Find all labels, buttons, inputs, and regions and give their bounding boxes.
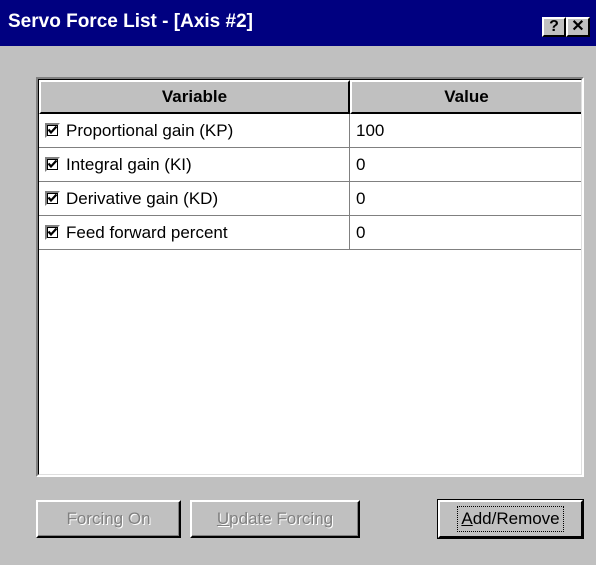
table-row[interactable]: Derivative gain (KD) 0 xyxy=(39,182,581,216)
variable-name: Derivative gain (KD) xyxy=(66,188,219,208)
value-cell[interactable]: 0 xyxy=(350,216,581,250)
variable-name: Feed forward percent xyxy=(66,222,228,242)
variable-name: Proportional gain (KP) xyxy=(66,120,234,140)
variable-cell: Derivative gain (KD) xyxy=(39,182,350,216)
variable-name: Integral gain (KI) xyxy=(66,154,192,174)
table-row[interactable]: Integral gain (KI) 0 xyxy=(39,148,581,182)
row-checkbox[interactable] xyxy=(45,123,60,138)
add-remove-button[interactable]: Add/Remove xyxy=(437,499,584,539)
value-cell[interactable]: 0 xyxy=(350,182,581,216)
forcing-on-button[interactable]: Forcing On xyxy=(36,500,181,538)
row-checkbox[interactable] xyxy=(45,225,60,240)
add-remove-mnemonic: A xyxy=(461,509,473,528)
add-remove-label: dd/Remove xyxy=(472,509,560,528)
variable-cell: Proportional gain (KP) xyxy=(39,114,350,148)
update-forcing-button[interactable]: Update Forcing xyxy=(190,500,360,538)
servo-force-list-dialog: Servo Force List - [Axis #2] ? ✕ Variabl… xyxy=(0,0,596,565)
focus-rect: Add/Remove xyxy=(457,506,564,532)
table-row[interactable]: Feed forward percent 0 xyxy=(39,216,581,250)
variable-cell: Feed forward percent xyxy=(39,216,350,250)
help-button[interactable]: ? xyxy=(542,17,566,37)
close-button[interactable]: ✕ xyxy=(566,17,590,37)
update-forcing-label: pdate Forcing xyxy=(229,509,334,528)
variable-cell: Integral gain (KI) xyxy=(39,148,350,182)
help-icon: ? xyxy=(549,18,559,35)
window-title: Servo Force List - [Axis #2] xyxy=(8,11,253,32)
checkmark-icon xyxy=(47,159,58,169)
checkmark-icon xyxy=(47,227,58,237)
value-cell[interactable]: 100 xyxy=(350,114,581,148)
close-icon: ✕ xyxy=(571,18,585,35)
value-cell[interactable]: 0 xyxy=(350,148,581,182)
column-header-variable[interactable]: Variable xyxy=(39,80,350,114)
force-list-inner: Variable Value Proportional gain (KP) 10… xyxy=(38,79,582,475)
table-row[interactable]: Proportional gain (KP) 100 xyxy=(39,114,581,148)
row-checkbox[interactable] xyxy=(45,157,60,172)
checkmark-icon xyxy=(47,193,58,203)
column-header-value[interactable]: Value xyxy=(350,80,581,114)
update-forcing-mnemonic: U xyxy=(216,509,230,528)
list-header: Variable Value xyxy=(39,80,581,114)
checkmark-icon xyxy=(47,125,58,135)
force-list[interactable]: Variable Value Proportional gain (KP) 10… xyxy=(36,77,584,477)
title-bar[interactable]: Servo Force List - [Axis #2] ? ✕ xyxy=(0,0,596,46)
add-remove-face: Add/Remove xyxy=(438,500,583,538)
row-checkbox[interactable] xyxy=(45,191,60,206)
